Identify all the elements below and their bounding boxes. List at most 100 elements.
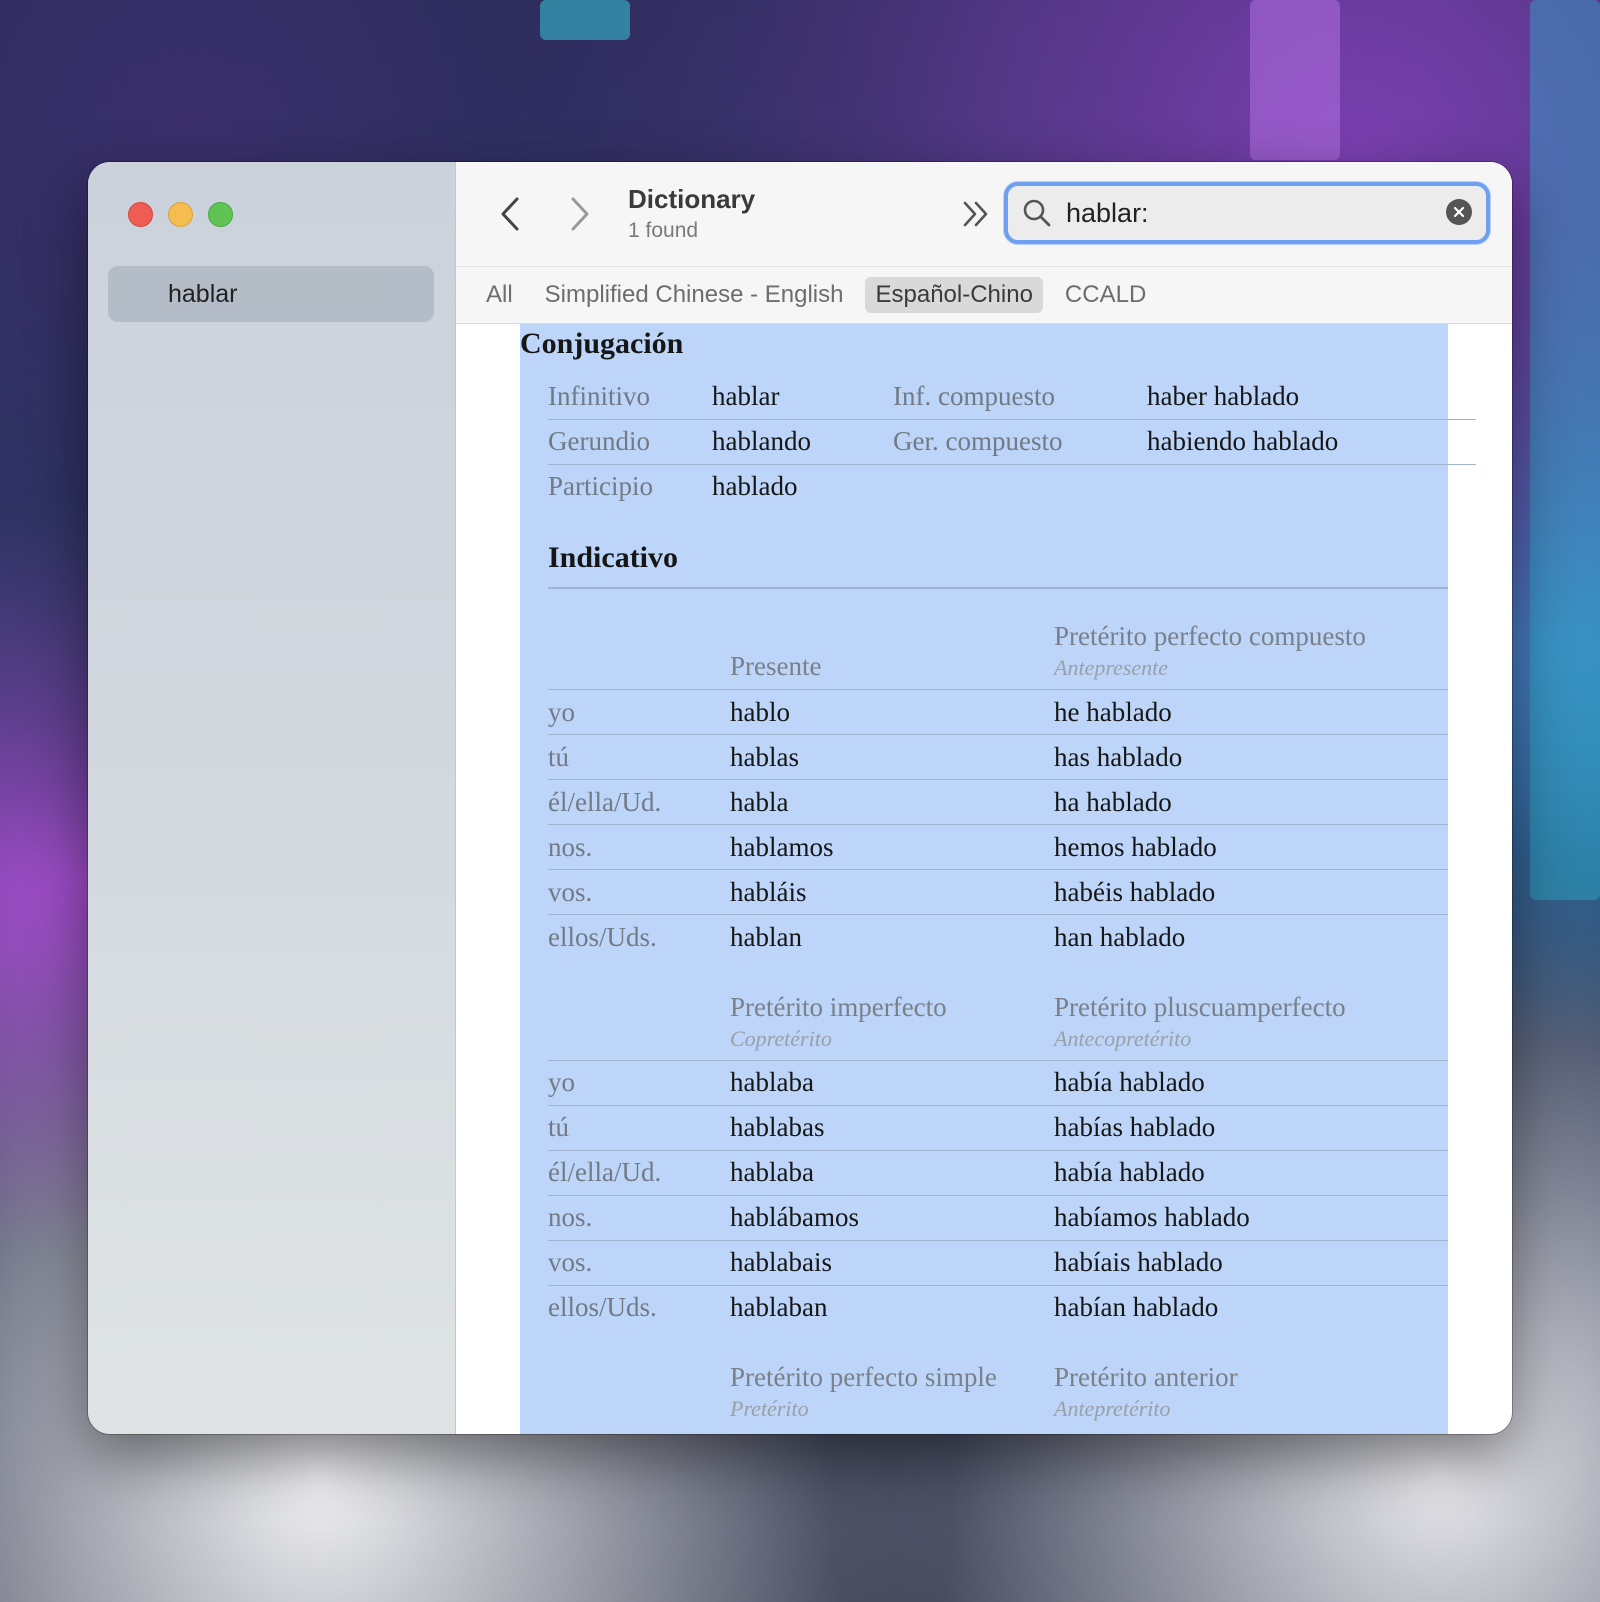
verb-form: hablan <box>730 914 1054 960</box>
clear-x-icon <box>1453 206 1465 218</box>
pronoun: ellos/Uds. <box>548 914 730 960</box>
tense-alt-name: Copretérito <box>730 1025 832 1051</box>
tab-simplified-chinese-english[interactable]: Simplified Chinese - English <box>535 277 854 313</box>
pronoun: yo <box>548 1059 730 1105</box>
form-label: Participio <box>548 471 653 502</box>
compound-form-value: habiendo hablado <box>1147 419 1476 465</box>
forward-button[interactable] <box>560 192 600 236</box>
pronoun: vos. <box>548 1239 730 1285</box>
search-input[interactable] <box>1066 197 1426 229</box>
wallpaper-streak <box>540 0 630 40</box>
pronoun: tú <box>548 1104 730 1150</box>
verb-form: había hablado <box>1054 1059 1448 1105</box>
search-field[interactable] <box>1004 182 1490 244</box>
tense-header: Pretérito anterior Antepretérito <box>1054 1330 1448 1430</box>
compound-form-label <box>893 464 1147 509</box>
pronoun: tú <box>548 734 730 780</box>
conjugation-row: ellos/Uds. hablaban habían hablado <box>548 1284 1448 1330</box>
verb-form: había hablado <box>1054 1149 1448 1195</box>
basic-form-row: Participio hablado <box>548 464 1476 509</box>
more-toolbar-button[interactable] <box>956 194 996 234</box>
conjugation-row: yo hablaba había hablado <box>548 1059 1448 1105</box>
conjugation-row: él/ella/Ud. hablaba había hablado <box>548 1149 1448 1195</box>
pronoun: vos. <box>548 869 730 915</box>
verb-form: hablabais <box>730 1239 1054 1285</box>
tab-all[interactable]: All <box>476 277 523 313</box>
verb-form: habíamos hablado <box>1054 1194 1448 1240</box>
compound-form-value: haber hablado <box>1147 374 1476 420</box>
conjugation-row: ellos/Uds. hablan han hablado <box>548 914 1448 960</box>
tense-header-row: Pretérito imperfecto Copretérito Pretérito… <box>548 960 1448 1061</box>
verb-form: he hablado <box>1054 689 1448 735</box>
verb-form: han hablado <box>1054 914 1448 960</box>
form-value: hablando <box>712 419 893 465</box>
main-pane: Dictionary 1 found hablar: All Simplifie… <box>456 162 1512 1434</box>
clear-search-button[interactable] <box>1446 199 1472 225</box>
sidebar-item-hablar[interactable]: hablar <box>108 266 434 322</box>
conjugation-row: tú hablas has hablado <box>548 734 1448 780</box>
compound-form-label: Ger. compuesto <box>893 419 1147 465</box>
verb-form: hablaba <box>730 1149 1054 1195</box>
tense-name: Presente <box>730 651 822 681</box>
tense-header-spacer <box>548 589 730 690</box>
verb-form: hablaban <box>730 1284 1054 1330</box>
tense-name: Pretérito perfecto simple <box>730 1362 997 1392</box>
conjugation-heading: Conjugación <box>520 327 684 360</box>
sidebar-item-label: hablar <box>168 279 238 308</box>
tense-header-spacer <box>548 960 730 1061</box>
tab-espanol-chino[interactable]: Español-Chino <box>865 277 1043 313</box>
verb-form: habláis <box>730 869 1054 915</box>
tense-header: Pretérito perfecto simple Pretérito <box>730 1330 1054 1430</box>
back-button[interactable] <box>490 192 530 236</box>
verb-form: ha hablado <box>1054 779 1448 825</box>
form-value: hablar <box>712 374 893 420</box>
window-title-block: Dictionary 1 found <box>628 184 755 243</box>
pronoun: nos. <box>548 1194 730 1240</box>
conjugation-row: tú hablabas habías hablado <box>548 1104 1448 1150</box>
pronoun: él/ella/Ud. <box>548 779 730 825</box>
tense-name: Pretérito pluscuamperfecto <box>1054 991 1346 1022</box>
tense-header: Pretérito perfecto compuesto Antepresente <box>1054 589 1448 690</box>
tense-alt-name: Antepretérito <box>1054 1396 1171 1421</box>
window-title: Dictionary <box>628 184 756 214</box>
tense-header: Pretérito pluscuamperfecto Antecopretérit… <box>1054 960 1448 1061</box>
dictionary-tabs: All Simplified Chinese - English Español… <box>456 266 1512 324</box>
verb-form: has hablado <box>1054 734 1448 780</box>
verb-form: habla <box>730 779 1054 825</box>
pronoun: nos. <box>548 824 730 870</box>
wallpaper-streak <box>1250 0 1340 160</box>
tense-name: Pretérito anterior <box>1054 1362 1238 1392</box>
verb-form: hablas <box>730 734 1054 780</box>
tense-header: Pretérito imperfecto Copretérito <box>730 960 1054 1061</box>
basic-form-row: Infinitivo hablar Inf. compuesto haber habl… <box>548 374 1476 420</box>
basic-form-row: Gerundio hablando Ger. compuesto habiendo h… <box>548 419 1476 465</box>
conjugation-table: Presente Pretérito perfecto compuesto Ante… <box>548 589 1448 1430</box>
form-value: hablado <box>712 471 798 502</box>
basic-forms-table: Infinitivo hablar Inf. compuesto haber habl… <box>548 374 1476 509</box>
wallpaper-streak <box>1530 0 1600 900</box>
window-controls <box>128 202 233 227</box>
tense-name: Pretérito imperfecto <box>730 991 947 1022</box>
dictionary-window: hablar Dictionary 1 found hablar: All Si… <box>88 162 1512 1434</box>
sidebar: hablar <box>88 162 456 1434</box>
minimize-window-icon[interactable] <box>168 202 193 227</box>
tense-header: Presente <box>730 589 1054 690</box>
verb-form: hablábamos <box>730 1194 1054 1240</box>
conjugation-row: nos. hablamos hemos hablado <box>548 824 1448 870</box>
compound-form-label: Inf. compuesto <box>893 374 1147 420</box>
form-label: Gerundio <box>548 419 712 465</box>
tab-ccald[interactable]: CCALD <box>1055 277 1156 313</box>
conjugation-row: él/ella/Ud. habla ha hablado <box>548 779 1448 825</box>
maximize-window-icon[interactable] <box>208 202 233 227</box>
tense-header-row: Presente Pretérito perfecto compuesto Ante… <box>548 589 1448 690</box>
tense-alt-name: Antepresente <box>1054 655 1169 680</box>
verb-form: hablabas <box>730 1104 1054 1150</box>
tense-alt-name: Antecopretérito <box>1054 1025 1192 1051</box>
chevron-right-icon <box>571 197 589 231</box>
verb-form: hemos hablado <box>1054 824 1448 870</box>
entry-body: Conjugación Infinitivo hablar Inf. compues… <box>520 324 1480 1430</box>
pronoun: yo <box>548 689 730 735</box>
close-window-icon[interactable] <box>128 202 153 227</box>
pronoun: ellos/Uds. <box>548 1284 730 1330</box>
tense-name: Pretérito perfecto compuesto <box>1054 621 1366 651</box>
